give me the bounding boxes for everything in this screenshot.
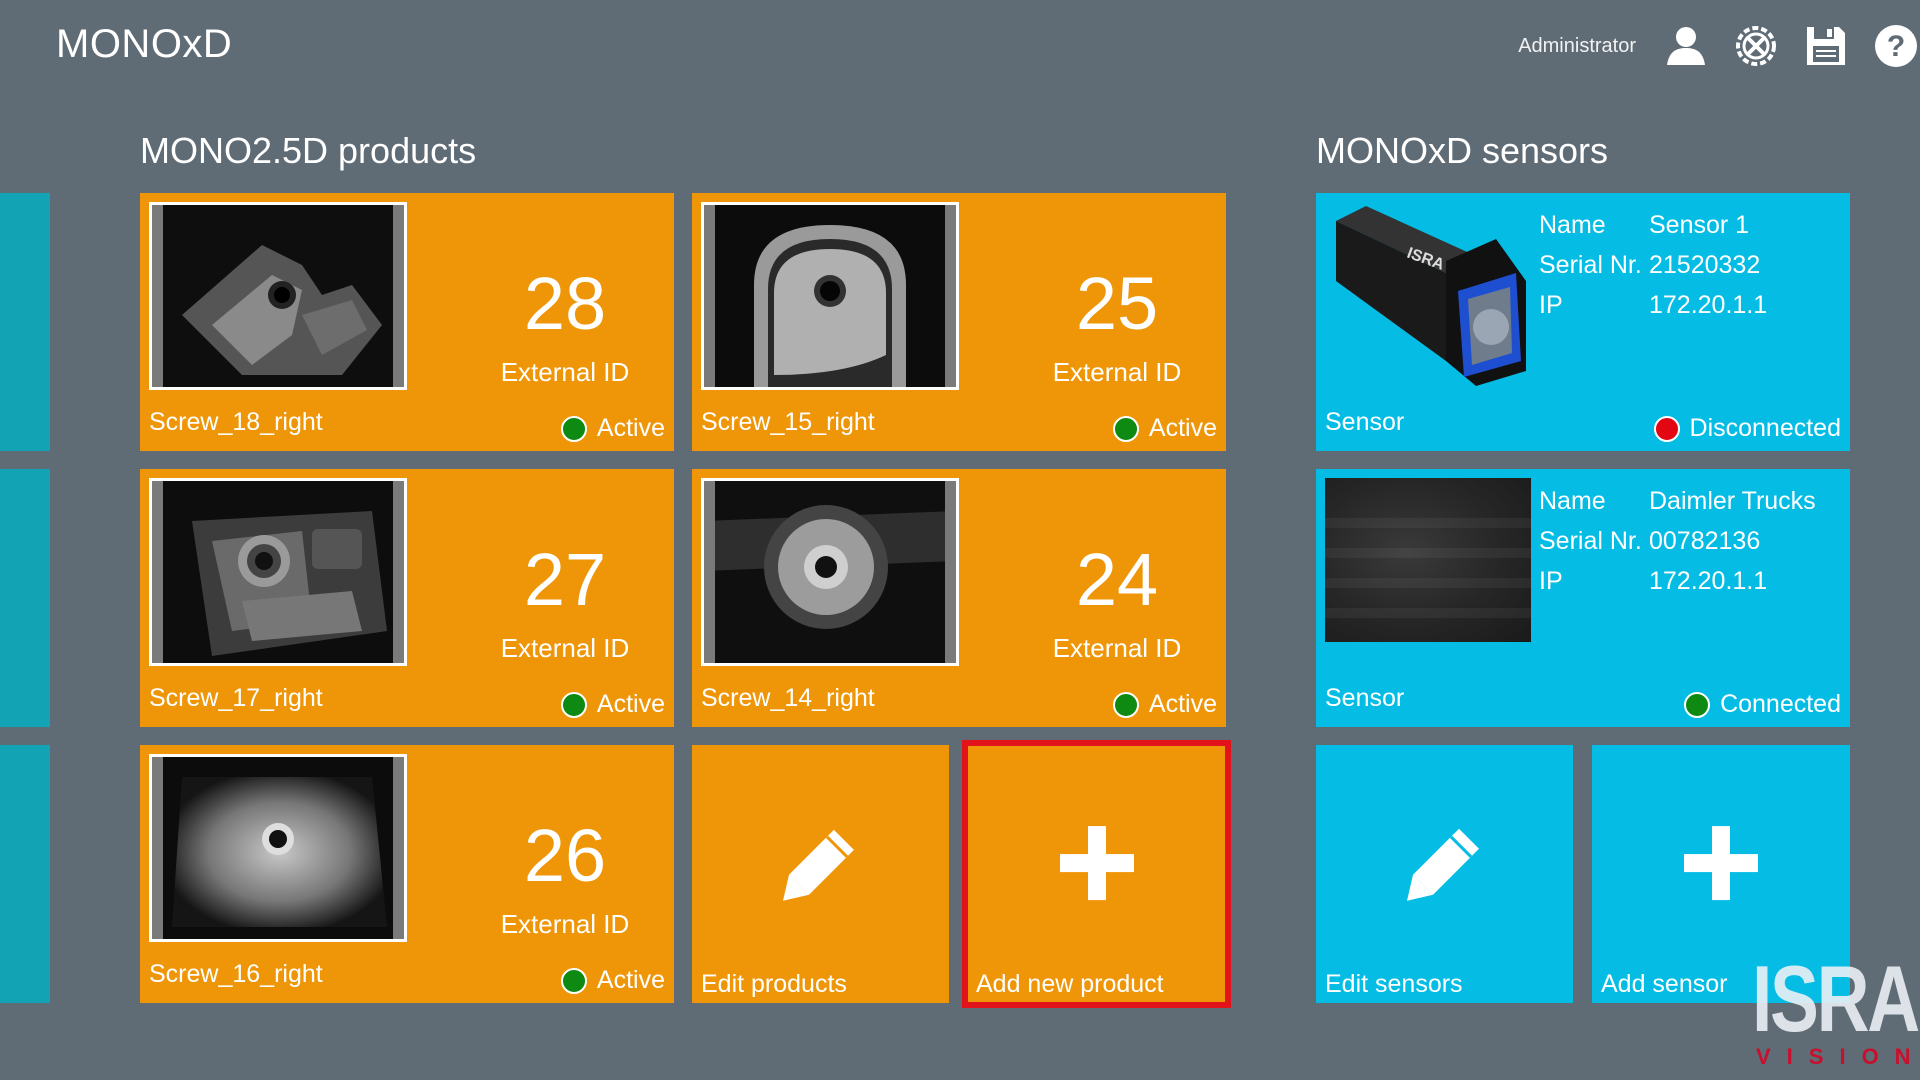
- sensor-name: Daimler Trucks: [1649, 487, 1816, 515]
- serial-key: Serial Nr.: [1539, 251, 1642, 279]
- product-tile[interactable]: 25 External ID Screw_15_right Active: [692, 193, 1226, 451]
- ip-key: IP: [1539, 291, 1563, 319]
- add-new-product-button[interactable]: Add new product: [962, 740, 1231, 1008]
- product-thumbnail: [701, 202, 959, 390]
- product-name: Screw_14_right: [701, 684, 875, 712]
- external-id-caption: External ID: [500, 909, 630, 939]
- status-badge: Disconnected: [1653, 414, 1841, 443]
- help-icon[interactable]: ?: [1872, 22, 1920, 70]
- product-tile[interactable]: 28 External ID Screw_18_right Active: [140, 193, 674, 451]
- external-id-caption: External ID: [1052, 357, 1182, 387]
- external-id-value: 28: [523, 262, 607, 345]
- sensor-preview-image: [1325, 478, 1531, 642]
- sensor-tile[interactable]: Name Daimler Trucks Serial Nr. 00782136 IP…: [1316, 469, 1850, 727]
- sensor-details: Name Daimler Trucks Serial Nr. 00782136 IP…: [1539, 481, 1816, 601]
- status-dot-icon: [560, 967, 587, 994]
- logo-word: ISRA: [1752, 946, 1920, 1051]
- external-id-caption: External ID: [500, 633, 630, 663]
- external-id-value: 25: [1075, 262, 1159, 345]
- edit-products-label: Edit products: [701, 970, 847, 998]
- status-label: Active: [596, 966, 665, 994]
- status-label: Disconnected: [1689, 414, 1841, 442]
- status-badge: Active: [1112, 414, 1217, 443]
- external-id-value: 26: [523, 814, 607, 897]
- user-label: Administrator: [1518, 34, 1636, 57]
- status-badge: Active: [560, 414, 665, 443]
- edit-products-button[interactable]: Edit products: [692, 745, 949, 1003]
- status-label: Active: [1148, 414, 1217, 442]
- add-sensor-label: Add sensor: [1601, 970, 1728, 998]
- external-id-value: 24: [1075, 538, 1159, 621]
- status-dot-icon: [1684, 691, 1711, 718]
- settings-tools-icon[interactable]: [1732, 22, 1780, 70]
- name-key: Name: [1539, 211, 1606, 239]
- serial-key: Serial Nr.: [1539, 527, 1642, 555]
- sensor-type-label: Sensor: [1325, 684, 1405, 712]
- status-label: Active: [596, 414, 665, 442]
- ip-key: IP: [1539, 567, 1563, 595]
- status-dot-icon: [560, 691, 587, 718]
- product-thumbnail: [149, 202, 407, 390]
- status-badge: Connected: [1684, 690, 1841, 719]
- products-section-title: MONO2.5D products: [140, 130, 477, 171]
- sensor-ip: 172.20.1.1: [1649, 291, 1768, 319]
- status-label: Active: [1148, 690, 1217, 718]
- app-title: MONOxD: [56, 22, 233, 66]
- external-id-caption: External ID: [1052, 633, 1182, 663]
- save-icon[interactable]: [1802, 22, 1850, 70]
- status-badge: Active: [560, 966, 665, 995]
- name-key: Name: [1539, 487, 1606, 515]
- status-label: Active: [596, 690, 665, 718]
- left-strip-1[interactable]: [0, 193, 50, 451]
- sensor-serial: 21520332: [1649, 251, 1761, 279]
- status-dot-icon: [1653, 415, 1680, 442]
- product-tile[interactable]: 24 External ID Screw_14_right Active: [692, 469, 1226, 727]
- plus-icon: [1059, 826, 1134, 901]
- product-name: Screw_15_right: [701, 408, 875, 436]
- status-badge: Active: [560, 690, 665, 719]
- sensor-type-label: Sensor: [1325, 408, 1405, 436]
- product-thumbnail: [149, 754, 407, 942]
- sensor-device-image: ISRA: [1336, 206, 1526, 386]
- product-tile[interactable]: 26 External ID Screw_16_right Active: [140, 745, 674, 1003]
- product-name: Screw_16_right: [149, 960, 323, 988]
- product-thumbnail: [701, 478, 959, 666]
- sensor-name: Sensor 1: [1649, 211, 1750, 239]
- topbar: Administrator ?: [1518, 18, 1920, 74]
- status-dot-icon: [1112, 415, 1139, 442]
- edit-sensors-label: Edit sensors: [1325, 970, 1463, 998]
- sensor-ip: 172.20.1.1: [1649, 567, 1768, 595]
- left-strip-3[interactable]: [0, 745, 50, 1003]
- user-icon[interactable]: [1662, 22, 1710, 70]
- product-thumbnail: [149, 478, 407, 666]
- sensor-serial: 00782136: [1649, 527, 1761, 555]
- pencil-icon: [1406, 828, 1479, 901]
- status-badge: Active: [1112, 690, 1217, 719]
- left-strip-2[interactable]: [0, 469, 50, 727]
- product-name: Screw_18_right: [149, 408, 323, 436]
- svg-text:?: ?: [1887, 30, 1905, 63]
- sensors-section-title: MONOxD sensors: [1316, 130, 1609, 171]
- plus-icon: [1684, 826, 1758, 901]
- pencil-icon: [782, 827, 856, 901]
- sensor-tile[interactable]: ISRA Name Sensor 1 Serial Nr. 21520332 IP 1…: [1316, 193, 1850, 451]
- status-dot-icon: [1112, 691, 1139, 718]
- sensor-details: Name Sensor 1 Serial Nr. 21520332 IP 172.20…: [1539, 205, 1767, 325]
- status-label: Connected: [1720, 690, 1841, 718]
- product-tile[interactable]: 27 External ID Screw_17_right Active: [140, 469, 674, 727]
- external-id-value: 27: [523, 538, 607, 621]
- isra-vision-logo: ISRA VISION: [1752, 946, 1920, 1070]
- add-new-product-label: Add new product: [976, 970, 1164, 998]
- edit-sensors-button[interactable]: Edit sensors: [1316, 745, 1573, 1003]
- logo-sub: VISION: [1756, 1044, 1920, 1069]
- product-name: Screw_17_right: [149, 684, 323, 712]
- external-id-caption: External ID: [500, 357, 630, 387]
- status-dot-icon: [560, 415, 587, 442]
